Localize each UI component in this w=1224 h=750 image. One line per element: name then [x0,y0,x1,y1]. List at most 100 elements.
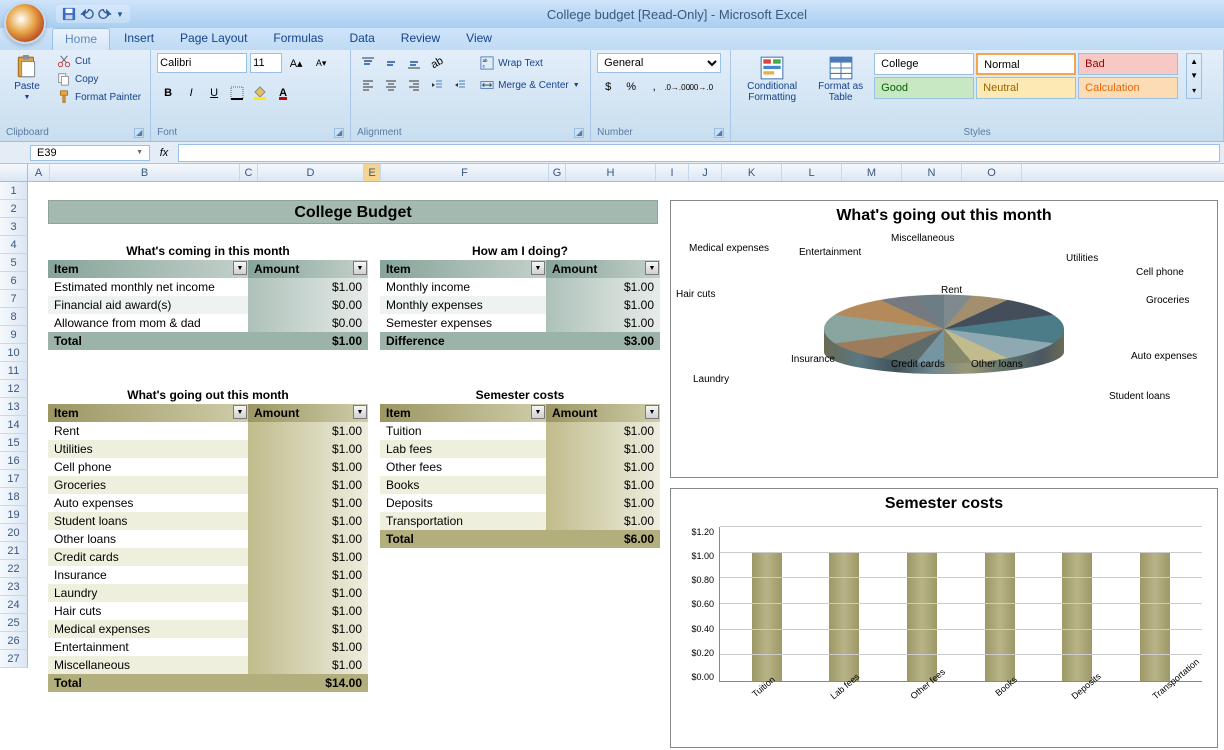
table-row[interactable]: Student loans$1.00 [48,512,368,530]
table-row[interactable]: Lab fees$1.00 [380,440,660,458]
dialog-launcher-icon[interactable]: ◢ [334,128,344,138]
filter-dropdown-icon[interactable]: ▼ [233,261,247,275]
table-row[interactable]: Hair cuts$1.00 [48,602,368,620]
tab-view[interactable]: View [454,28,504,50]
paste-button[interactable]: Paste ▼ [6,53,48,105]
style-neutral[interactable]: Neutral [976,77,1076,99]
row-header-15[interactable]: 15 [0,434,28,452]
chevron-down-icon[interactable]: ▼ [136,149,143,156]
row-header-7[interactable]: 7 [0,290,28,308]
merge-center-button[interactable]: Merge & Center ▼ [477,77,583,93]
filter-dropdown-icon[interactable]: ▼ [353,261,367,275]
row-headers[interactable]: 1234567891011121314151617181920212223242… [0,182,28,668]
wrap-text-button[interactable]: abcWrap Text [477,55,583,71]
formula-bar[interactable] [178,144,1220,162]
bar[interactable] [829,553,859,681]
col-header-O[interactable]: O [962,164,1022,181]
fill-color-button[interactable] [249,83,271,103]
table-row[interactable]: Estimated monthly net income$1.00 [48,278,368,296]
table-row[interactable]: Laundry$1.00 [48,584,368,602]
col-header-K[interactable]: K [722,164,782,181]
column-headers[interactable]: ABCDEFGHIJKLMNO [0,164,1224,182]
col-header-D[interactable]: D [258,164,364,181]
cut-button[interactable]: Cut [54,53,144,69]
row-header-6[interactable]: 6 [0,272,28,290]
tab-review[interactable]: Review [389,28,452,50]
table-row[interactable]: Medical expenses$1.00 [48,620,368,638]
dialog-launcher-icon[interactable]: ◢ [574,128,584,138]
shrink-font-button[interactable]: A▾ [310,53,332,73]
bar[interactable] [752,553,782,681]
row-header-10[interactable]: 10 [0,344,28,362]
bar[interactable] [1062,553,1092,681]
table-row[interactable]: Tuition$1.00 [380,422,660,440]
col-header-L[interactable]: L [782,164,842,181]
table-row[interactable]: Semester expenses$1.00 [380,314,660,332]
table-header[interactable]: Item▼ [48,404,248,422]
row-header-11[interactable]: 11 [0,362,28,380]
table-row[interactable]: Transportation$1.00 [380,512,660,530]
table-header[interactable]: Item▼ [380,260,546,278]
align-right-button[interactable] [403,75,425,95]
filter-dropdown-icon[interactable]: ▼ [645,405,659,419]
cell-styles-gallery[interactable]: CollegeNormalBadGoodNeutralCalculation [874,53,1178,99]
col-header-N[interactable]: N [902,164,962,181]
table-row[interactable]: Deposits$1.00 [380,494,660,512]
col-header-I[interactable]: I [656,164,689,181]
table-header[interactable]: Amount▼ [248,404,368,422]
row-header-16[interactable]: 16 [0,452,28,470]
row-header-14[interactable]: 14 [0,416,28,434]
row-header-1[interactable]: 1 [0,182,28,200]
col-header-J[interactable]: J [689,164,722,181]
table-row[interactable]: Financial aid award(s)$0.00 [48,296,368,314]
tab-home[interactable]: Home [52,28,110,50]
table-header[interactable]: Item▼ [48,260,248,278]
tab-formulas[interactable]: Formulas [261,28,335,50]
row-header-23[interactable]: 23 [0,578,28,596]
table-header[interactable]: Amount▼ [248,260,368,278]
qat-dropdown-icon[interactable]: ▼ [116,10,124,19]
increase-decimal-button[interactable]: .0→.00 [666,77,688,97]
grid-body[interactable]: College Budget What's coming in this mon… [28,182,1224,750]
table-row[interactable]: Other fees$1.00 [380,458,660,476]
font-color-button[interactable]: A [272,83,294,103]
row-header-17[interactable]: 17 [0,470,28,488]
row-header-13[interactable]: 13 [0,398,28,416]
font-name-select[interactable] [157,53,247,73]
row-header-24[interactable]: 24 [0,596,28,614]
gallery-down-icon[interactable]: ▼ [1190,71,1198,80]
col-header-E[interactable]: E [364,164,381,181]
currency-button[interactable]: $ [597,77,619,97]
bar[interactable] [1140,553,1170,681]
filter-dropdown-icon[interactable]: ▼ [353,405,367,419]
tab-data[interactable]: Data [337,28,386,50]
col-header-F[interactable]: F [381,164,549,181]
select-all-corner[interactable] [0,164,28,181]
table-row[interactable]: Books$1.00 [380,476,660,494]
col-header-B[interactable]: B [50,164,240,181]
table-row[interactable]: Rent$1.00 [48,422,368,440]
style-college[interactable]: College [874,53,974,75]
table-row[interactable]: Cell phone$1.00 [48,458,368,476]
align-top-button[interactable] [357,53,379,73]
border-button[interactable] [226,83,248,103]
table-row[interactable]: Monthly income$1.00 [380,278,660,296]
name-box[interactable]: E39▼ [30,145,150,161]
format-painter-button[interactable]: Format Painter [54,89,144,105]
filter-dropdown-icon[interactable]: ▼ [645,261,659,275]
copy-button[interactable]: Copy [54,71,144,87]
table-row[interactable]: Miscellaneous$1.00 [48,656,368,674]
table-row[interactable]: Credit cards$1.00 [48,548,368,566]
align-middle-button[interactable] [380,53,402,73]
percent-button[interactable]: % [620,77,642,97]
pie-chart[interactable]: What's going out this month Miscellaneou… [670,200,1218,478]
orientation-button[interactable]: ab [426,53,448,73]
table-row[interactable]: Monthly expenses$1.00 [380,296,660,314]
bar[interactable] [985,553,1015,681]
col-header-H[interactable]: H [566,164,656,181]
bar-chart[interactable]: Semester costs $1.20$1.00$0.80$0.60$0.40… [670,488,1218,748]
conditional-formatting-button[interactable]: Conditional Formatting [737,53,807,105]
office-button[interactable] [4,2,46,44]
align-center-button[interactable] [380,75,402,95]
align-left-button[interactable] [357,75,379,95]
